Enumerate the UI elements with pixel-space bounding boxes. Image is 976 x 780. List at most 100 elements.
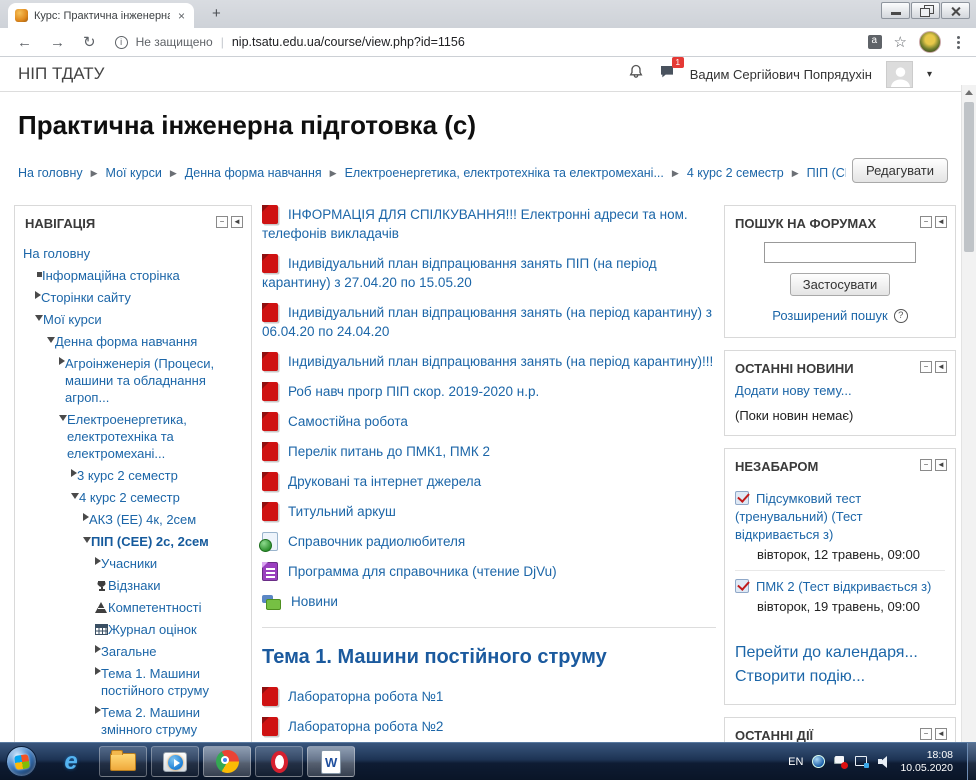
site-logo-link[interactable]: НІП ТДАТУ xyxy=(18,64,104,84)
collapse-block-icon[interactable]: − xyxy=(920,216,932,228)
resource-link[interactable]: Друковані та інтернет джерела xyxy=(288,474,481,489)
trophy-icon[interactable] xyxy=(95,580,108,592)
browser-tab[interactable]: Курс: Практична інженерна під × xyxy=(8,3,194,28)
window-minimize-button[interactable] xyxy=(881,2,910,19)
nav-tree-link[interactable]: Сторінки сайту xyxy=(41,289,243,306)
action-center-flag-icon[interactable] xyxy=(834,755,849,769)
scrollbar-thumb[interactable] xyxy=(964,102,974,252)
expanded-icon[interactable] xyxy=(83,536,91,543)
nav-tree-link[interactable]: АКЗ (ЕЕ) 4к, 2сем xyxy=(89,511,243,528)
expanded-icon[interactable] xyxy=(35,314,43,321)
nav-tree-link[interactable]: Учасники xyxy=(101,555,243,572)
reload-button[interactable]: ↻ xyxy=(74,33,105,51)
taskbar-chrome-button[interactable] xyxy=(203,746,251,777)
taskbar-ie-button[interactable]: e xyxy=(47,746,95,777)
resource-link[interactable]: Роб навч прогр ПІП скор. 2019-2020 н.р. xyxy=(288,384,539,399)
nav-tree-link[interactable]: Денна форма навчання xyxy=(55,333,243,350)
resource-link[interactable]: Титульний аркуш xyxy=(288,504,396,519)
nav-tree-link[interactable]: Відзнаки xyxy=(108,577,243,594)
nav-tree-link[interactable]: Тема 1. Машини постійного струму xyxy=(101,665,243,699)
tab-close-icon[interactable]: × xyxy=(176,9,187,23)
event-link[interactable]: Підсумковий тест (тренувальний) (Тест ві… xyxy=(735,491,863,542)
nav-tree-link[interactable]: Тема 2. Машини змінного струму xyxy=(101,704,243,738)
new-tab-button[interactable]: + xyxy=(206,5,227,22)
nav-tree-link[interactable]: 4 курс 2 семестр xyxy=(79,489,243,506)
user-menu-caret-icon[interactable]: ▾ xyxy=(927,69,932,80)
bookmark-star-icon[interactable]: ☆ xyxy=(894,33,907,51)
resource-link[interactable]: Індивідуальний план відпрацювання занять… xyxy=(262,256,657,290)
resource-link[interactable]: Справочник радиолюбителя xyxy=(288,534,465,549)
breadcrumb-link[interactable]: ПІП (СЕЕ) 2с, 2сем xyxy=(807,166,846,180)
collapse-block-icon[interactable]: − xyxy=(920,459,932,471)
new-event-link[interactable]: Створити подію... xyxy=(735,668,945,686)
security-info-icon[interactable] xyxy=(114,35,128,49)
user-avatar[interactable] xyxy=(885,60,913,88)
expanded-icon[interactable] xyxy=(71,492,79,499)
address-bar[interactable]: Не защищено | nip.tsatu.edu.ua/course/vi… xyxy=(114,35,868,49)
search-apply-button[interactable]: Застосувати xyxy=(789,273,891,296)
resource-link[interactable]: Індивідуальний план відпрацювання занять… xyxy=(288,354,713,369)
breadcrumb-link[interactable]: 4 курс 2 семестр xyxy=(687,166,784,180)
nav-tree-link[interactable]: Агроінженерія (Процеси, машини та обладн… xyxy=(65,355,243,406)
help-icon[interactable] xyxy=(893,308,908,323)
forum-search-input[interactable] xyxy=(764,242,916,263)
back-button[interactable]: ← xyxy=(8,34,41,51)
taskbar-media-player-button[interactable] xyxy=(151,746,199,777)
expanded-icon[interactable] xyxy=(47,336,55,343)
nav-tree-link[interactable]: Інформаційна сторінка xyxy=(42,267,243,284)
start-button[interactable] xyxy=(6,746,37,777)
clock[interactable]: 18:08 10.05.2020 xyxy=(900,749,953,775)
add-topic-link[interactable]: Додати нову тему... xyxy=(735,383,852,398)
breadcrumb-link[interactable]: На головну xyxy=(18,166,83,180)
expanded-icon[interactable] xyxy=(59,414,67,421)
nav-tree-link[interactable]: На головну xyxy=(23,245,243,262)
breadcrumb-link[interactable]: Денна форма навчання xyxy=(185,166,322,180)
language-indicator[interactable]: EN xyxy=(788,756,803,768)
tray-app-icon[interactable] xyxy=(812,755,826,768)
resource-link[interactable]: ІНФОРМАЦІЯ ДЛЯ СПІЛКУВАННЯ!!! Електронні… xyxy=(262,207,688,241)
window-close-button[interactable] xyxy=(941,2,970,19)
resource-link[interactable]: Перелік питань до ПМК1, ПМК 2 xyxy=(288,444,490,459)
dock-block-icon[interactable]: ◄ xyxy=(935,361,947,373)
taskbar-word-button[interactable] xyxy=(307,746,355,777)
advanced-search-link[interactable]: Розширений пошук xyxy=(772,308,888,323)
show-desktop-button[interactable] xyxy=(967,742,976,780)
nav-tree-link[interactable]: ПІП (СЕЕ) 2с, 2сем xyxy=(91,533,243,550)
window-restore-button[interactable] xyxy=(911,2,940,19)
resource-link[interactable]: Індивідуальний план відпрацювання занять… xyxy=(262,305,712,339)
browser-menu-icon[interactable] xyxy=(953,34,964,51)
collapse-block-icon[interactable]: − xyxy=(920,728,932,740)
nav-tree-link[interactable]: Компетентності xyxy=(108,599,243,616)
taskbar-explorer-button[interactable] xyxy=(99,746,147,777)
breadcrumb-link[interactable]: Мої курси xyxy=(106,166,162,180)
network-icon[interactable] xyxy=(855,755,870,768)
breadcrumb-link[interactable]: Електроенергетика, електротехніка та еле… xyxy=(345,166,664,180)
resource-link[interactable]: Лабораторна робота №1 xyxy=(288,689,443,704)
resource-link[interactable]: Лабораторна робота №2 xyxy=(288,719,443,734)
levels-icon[interactable] xyxy=(95,601,108,613)
volume-icon[interactable] xyxy=(878,755,891,768)
event-link[interactable]: ПМК 2 (Тест відкривається з) xyxy=(756,579,931,594)
messages-icon[interactable]: 1 xyxy=(658,56,684,85)
nav-tree-link[interactable]: 3 курс 2 семестр xyxy=(77,467,243,484)
nav-tree-link[interactable]: Журнал оцінок xyxy=(108,621,243,638)
go-to-calendar-link[interactable]: Перейти до календаря... xyxy=(735,644,945,662)
resource-link[interactable]: Программа для справочника (чтение DjVu) xyxy=(288,564,557,579)
notifications-bell-icon[interactable] xyxy=(628,63,644,85)
dock-block-icon[interactable]: ◄ xyxy=(935,728,947,740)
dock-block-icon[interactable]: ◄ xyxy=(935,459,947,471)
scrollbar[interactable] xyxy=(961,85,976,742)
user-name[interactable]: Вадим Сергійович Попрядухін xyxy=(690,67,872,82)
browser-profile-avatar[interactable] xyxy=(919,31,941,53)
dock-block-icon[interactable]: ◄ xyxy=(231,216,243,228)
forward-button[interactable]: → xyxy=(41,34,74,51)
translate-icon[interactable] xyxy=(867,35,882,49)
nav-tree-link[interactable]: Електроенергетика, електротехніка та еле… xyxy=(67,411,243,462)
resource-link[interactable]: Новини xyxy=(291,594,338,609)
edit-course-button[interactable]: Редагувати xyxy=(851,158,948,183)
resource-link[interactable]: Самостійна робота xyxy=(288,414,408,429)
collapse-block-icon[interactable]: − xyxy=(216,216,228,228)
dock-block-icon[interactable]: ◄ xyxy=(935,216,947,228)
scroll-up-icon[interactable] xyxy=(962,85,976,100)
grid-icon[interactable] xyxy=(95,623,108,635)
